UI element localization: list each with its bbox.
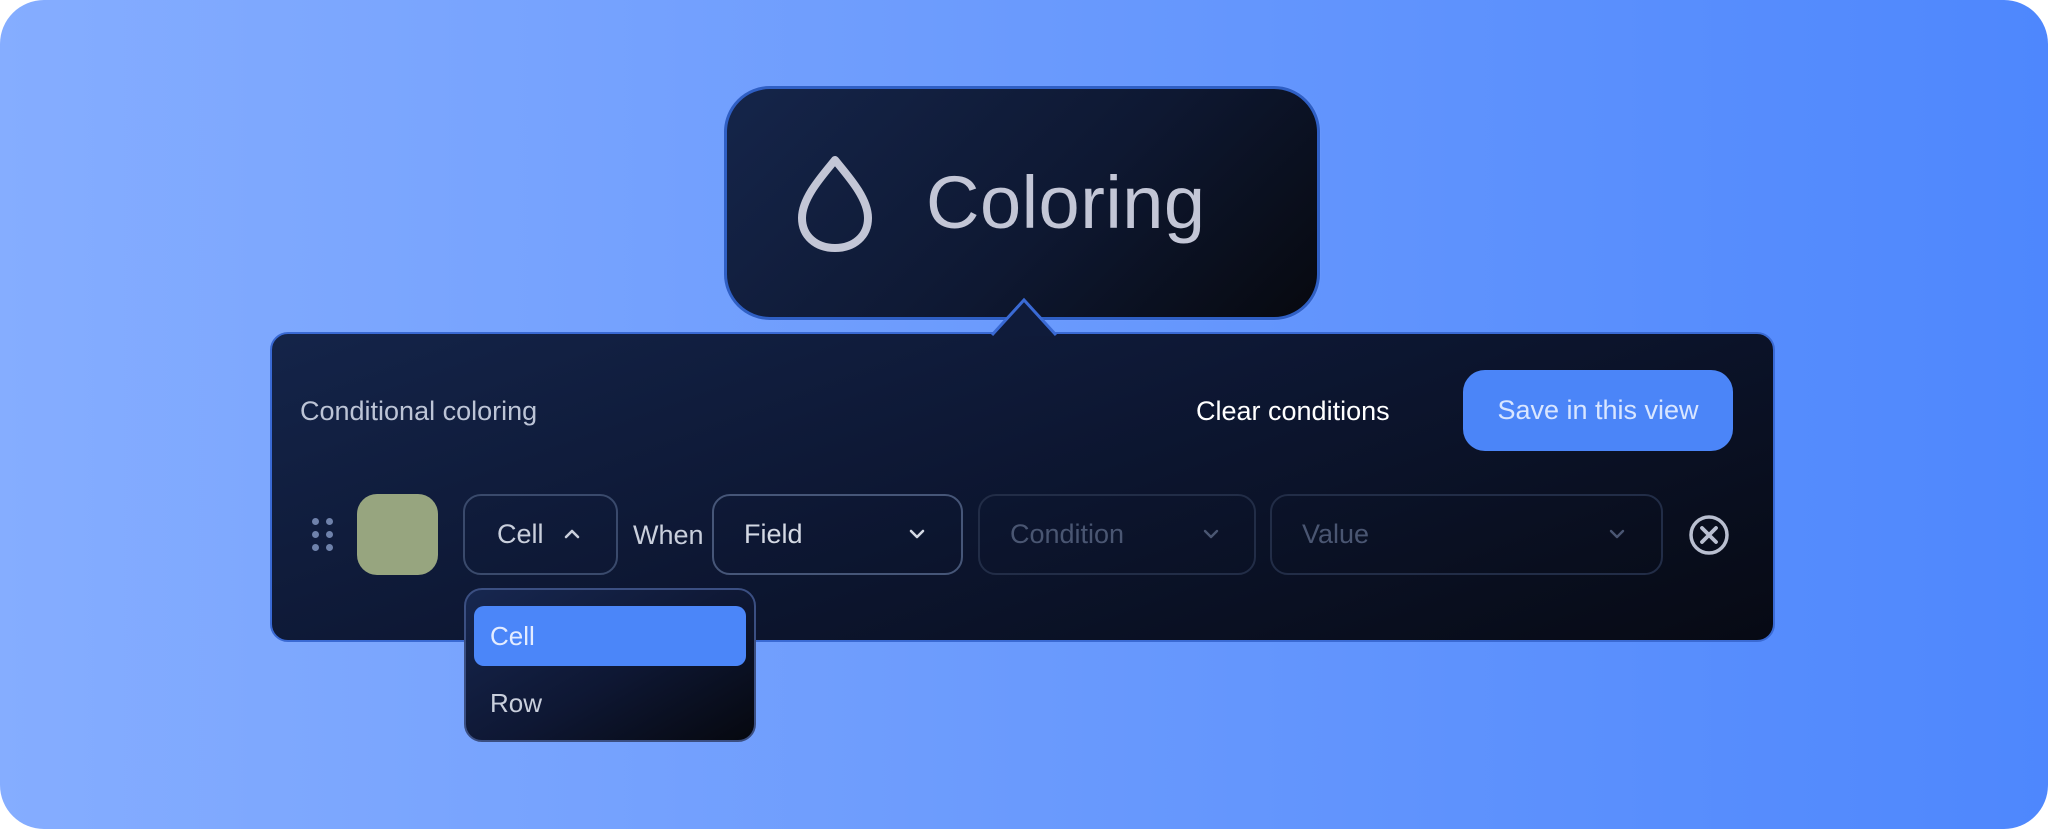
panel-title: Conditional coloring xyxy=(300,396,538,426)
dropdown-option-cell[interactable]: Cell xyxy=(474,606,746,666)
drag-handle-icon[interactable] xyxy=(310,516,336,554)
target-select-value: Cell xyxy=(497,519,544,549)
canvas-background: Coloring Conditional coloring Clear cond… xyxy=(0,0,2048,829)
condition-placeholder: Condition xyxy=(1010,519,1125,549)
target-select[interactable]: Cell xyxy=(463,494,618,575)
chevron-down-icon xyxy=(909,529,925,539)
color-swatch[interactable] xyxy=(357,494,438,575)
drop-icon xyxy=(798,156,872,252)
chevron-up-icon xyxy=(564,529,580,539)
save-in-view-button[interactable]: Save in this view xyxy=(1463,370,1733,451)
clear-conditions-button[interactable]: Clear conditions xyxy=(1196,386,1390,436)
when-label: When xyxy=(633,520,704,550)
tooltip-pointer xyxy=(990,297,1058,336)
field-select[interactable]: Field xyxy=(712,494,963,575)
chevron-down-icon xyxy=(1609,529,1625,539)
value-select[interactable]: Value xyxy=(1270,494,1663,575)
remove-rule-icon[interactable] xyxy=(1688,514,1730,556)
condition-select[interactable]: Condition xyxy=(978,494,1256,575)
chevron-down-icon xyxy=(1203,529,1219,539)
value-placeholder: Value xyxy=(1302,519,1370,549)
field-select-value: Field xyxy=(744,519,803,549)
dropdown-option-row[interactable]: Row xyxy=(474,674,746,732)
tooltip-title: Coloring xyxy=(926,161,1206,244)
